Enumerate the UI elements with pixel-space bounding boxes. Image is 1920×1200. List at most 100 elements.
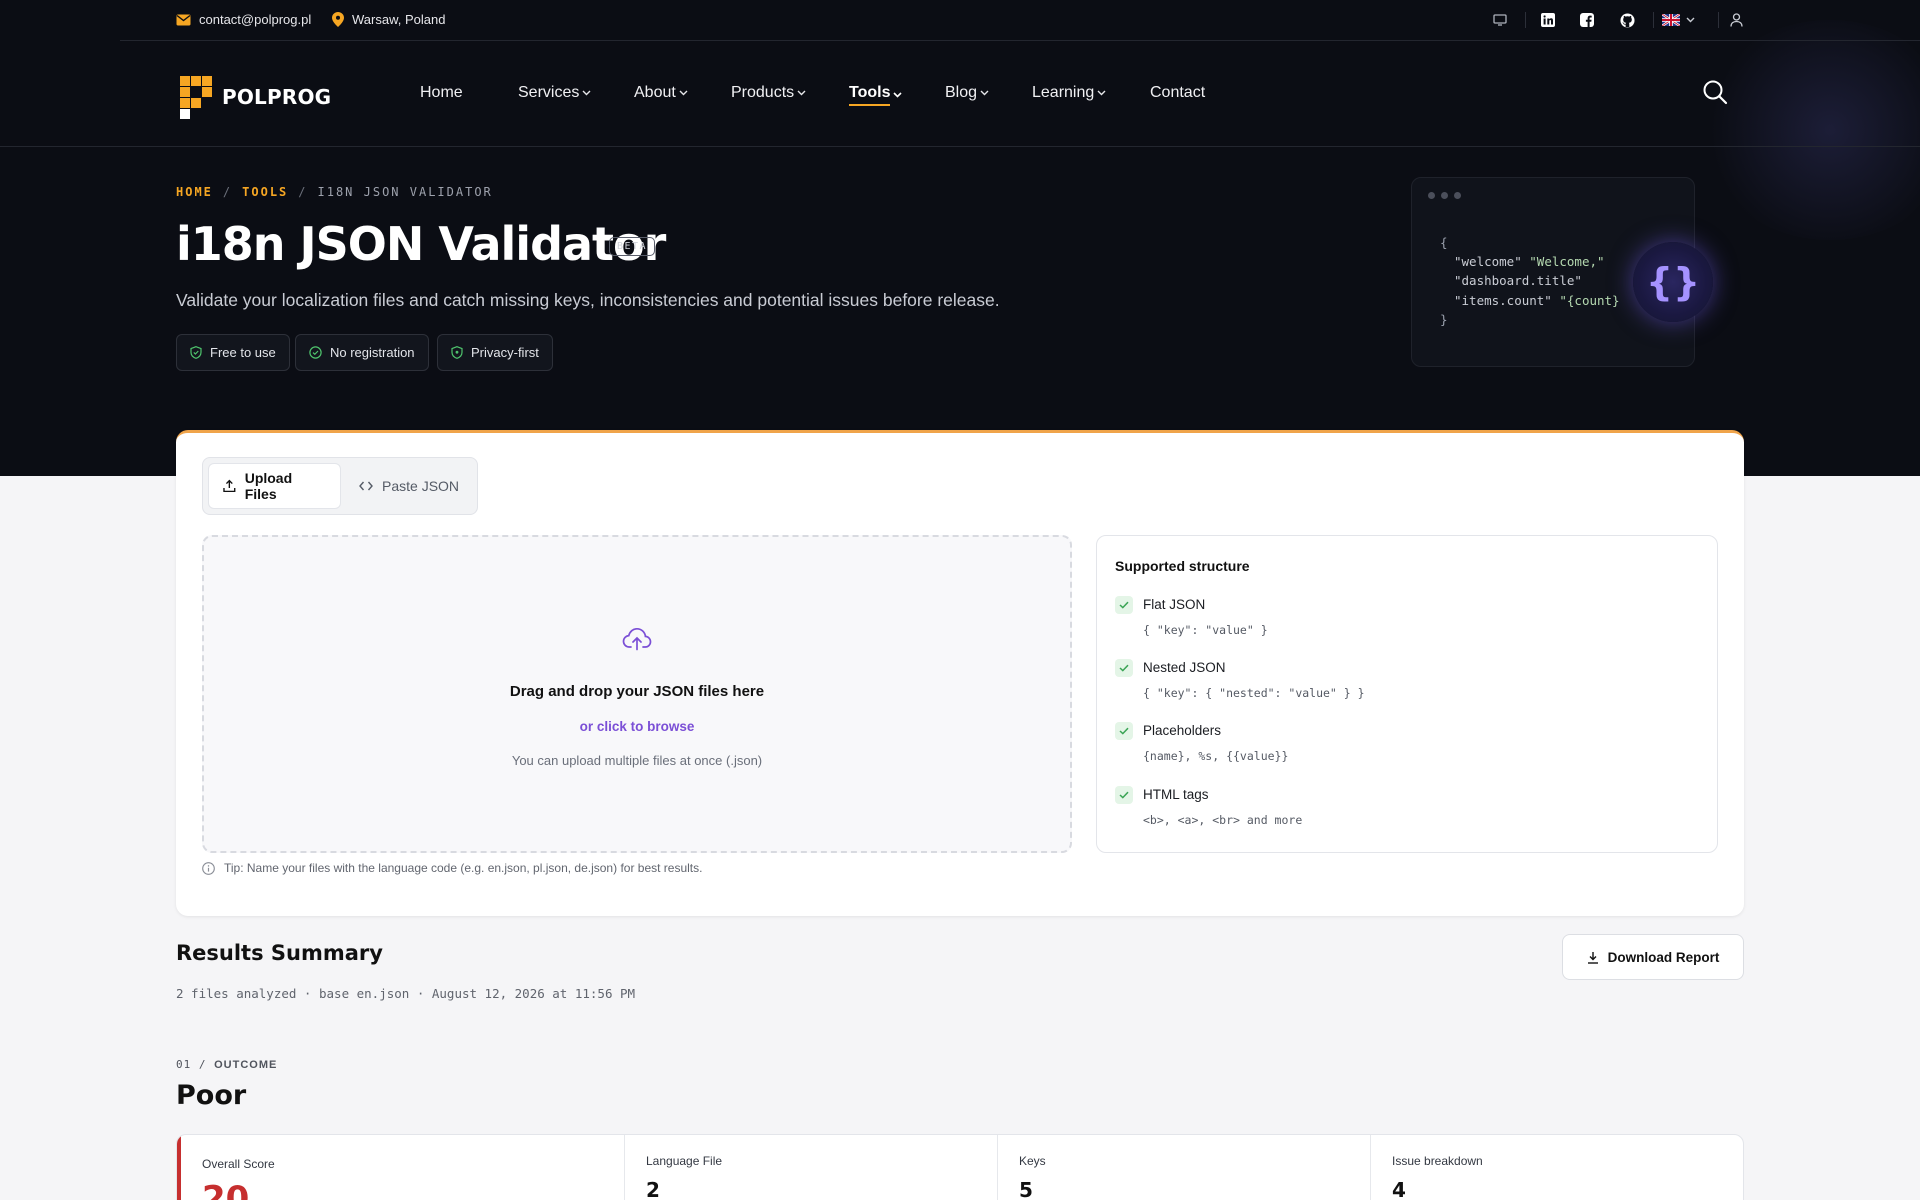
code-key: "items.count" — [1454, 293, 1552, 308]
stat-value: 20 — [202, 1179, 250, 1200]
shield-icon — [451, 346, 463, 359]
results-title: Results Summary — [176, 941, 383, 965]
shield-check-icon — [190, 346, 202, 359]
supported-item-example: <b>, <a>, <br> and more — [1143, 813, 1303, 827]
facebook-link[interactable] — [1578, 11, 1596, 29]
nav-item-contact[interactable]: Contact — [1150, 84, 1205, 102]
chip-label: Privacy-first — [471, 345, 539, 360]
chip-label: Free to use — [210, 345, 276, 360]
account-button[interactable] — [1727, 11, 1745, 29]
chevron-down-icon — [679, 90, 688, 96]
top-bar: contact@polprog.pl Warsaw, Poland — [120, 0, 1920, 41]
tab-upload-files[interactable]: Upload Files — [208, 463, 341, 509]
check-icon — [1115, 596, 1133, 614]
page-subtitle: Validate your localization files and cat… — [176, 290, 1000, 310]
browse-files-link[interactable]: or click to browse — [204, 719, 1070, 734]
nav-item-learning[interactable]: Learning — [1032, 84, 1106, 102]
download-label: Download Report — [1607, 949, 1720, 965]
breadcrumb: HOME / TOOLS / I18N JSON VALIDATOR — [176, 185, 493, 199]
nav-item-tools[interactable]: Tools — [849, 84, 903, 106]
code-line: "items.count" "{count} — [1454, 293, 1620, 308]
chevron-down-icon — [1686, 17, 1695, 23]
chevron-down-icon — [797, 90, 806, 96]
chevron-down-icon — [980, 90, 989, 96]
supported-item-example: { "key": "value" } — [1143, 623, 1268, 637]
cloud-upload-icon — [622, 627, 652, 651]
divider — [1718, 12, 1719, 28]
stat-label: Language File — [646, 1154, 723, 1168]
linkedin-link[interactable] — [1539, 11, 1557, 29]
nav-label: Products — [731, 84, 795, 101]
divider — [1653, 12, 1654, 28]
chip-label: No registration — [330, 345, 415, 360]
tab-paste-json[interactable]: Paste JSON — [345, 463, 473, 509]
monitor-icon — [1493, 14, 1507, 26]
github-icon — [1619, 12, 1635, 28]
theme-toggle-button[interactable] — [1491, 11, 1509, 29]
download-report-button[interactable]: Download Report — [1562, 934, 1744, 980]
feature-chip-no-registration: No registration — [295, 334, 429, 371]
nav-item-about[interactable]: About — [634, 84, 688, 102]
uk-flag-icon — [1662, 14, 1680, 26]
nav-item-home[interactable]: Home — [420, 84, 463, 102]
code-key: "dashboard.title" — [1454, 273, 1582, 288]
nav-label: Tools — [849, 84, 891, 106]
location-info: Warsaw, Poland — [332, 12, 445, 27]
code-open-brace: { — [1440, 235, 1448, 250]
feature-chip-privacy: Privacy-first — [437, 334, 553, 371]
breadcrumb-current: I18N JSON VALIDATOR — [317, 185, 493, 199]
location-text: Warsaw, Poland — [352, 12, 446, 27]
section-number: 01 — [176, 1058, 192, 1071]
nav-label: Services — [518, 84, 580, 101]
code-brackets-icon — [359, 481, 373, 491]
validator-card: Upload Files Paste JSON Drag and drop yo… — [176, 430, 1744, 916]
tip-label: Tip: Name your files with the language c… — [224, 861, 703, 875]
search-button[interactable] — [1702, 79, 1730, 107]
supported-structure-panel: Supported structure Flat JSON { "key": "… — [1096, 535, 1718, 853]
nav-label: Contact — [1150, 84, 1206, 101]
breadcrumb-separator: / — [298, 185, 308, 199]
language-selector[interactable] — [1662, 11, 1702, 29]
breadcrumb-separator: / — [222, 185, 233, 199]
tab-label: Paste JSON — [382, 478, 460, 494]
stat-language-file: Language File 2 — [624, 1135, 997, 1200]
feature-chip-free: Free to use — [176, 334, 290, 371]
chevron-down-icon — [582, 90, 591, 96]
brand-logo-link[interactable]: POLPROG — [178, 74, 331, 120]
supported-item-name: HTML tags — [1143, 787, 1209, 802]
check-icon — [1115, 659, 1133, 677]
tab-label: Upload Files — [244, 470, 293, 502]
section-separator: / — [198, 1058, 207, 1071]
contact-email-link[interactable]: contact@polprog.pl — [176, 12, 311, 27]
nav-label: About — [634, 84, 676, 101]
outcome-rating: Poor — [176, 1080, 247, 1111]
stat-keys: Keys 5 — [997, 1135, 1370, 1200]
user-icon — [1729, 13, 1743, 27]
polprog-logo-icon — [180, 76, 212, 119]
nav-label: Blog — [945, 84, 978, 101]
nav-label: Learning — [1032, 84, 1095, 101]
nav-item-blog[interactable]: Blog — [945, 84, 989, 102]
code-value: "{count} — [1559, 293, 1620, 308]
breadcrumb-home[interactable]: HOME — [176, 185, 213, 199]
nav-item-services[interactable]: Services — [518, 84, 591, 102]
window-dots — [1428, 192, 1461, 199]
download-icon — [1587, 951, 1598, 964]
supported-structure-title: Supported structure — [1115, 558, 1250, 574]
github-link[interactable] — [1618, 11, 1636, 29]
code-line: "welcome" "Welcome," — [1454, 254, 1605, 269]
stat-value: 4 — [1392, 1178, 1406, 1200]
section-name: OUTCOME — [214, 1059, 278, 1071]
results-meta: 2 files analyzed · base en.json · August… — [176, 986, 636, 1001]
file-dropzone[interactable]: Drag and drop your JSON files here or cl… — [202, 535, 1072, 853]
location-pin-icon — [332, 12, 344, 27]
nav-label: Home — [420, 84, 463, 101]
supported-item-example: {name}, %s, {{value}} — [1143, 749, 1289, 763]
brand-name: POLPROG — [222, 85, 332, 109]
stat-label: Keys — [1019, 1154, 1046, 1168]
linkedin-icon — [1541, 13, 1555, 27]
input-mode-tabs: Upload Files Paste JSON — [202, 457, 478, 515]
breadcrumb-tools[interactable]: TOOLS — [242, 185, 288, 199]
dropzone-title: Drag and drop your JSON files here — [509, 683, 765, 700]
nav-item-products[interactable]: Products — [731, 84, 806, 102]
